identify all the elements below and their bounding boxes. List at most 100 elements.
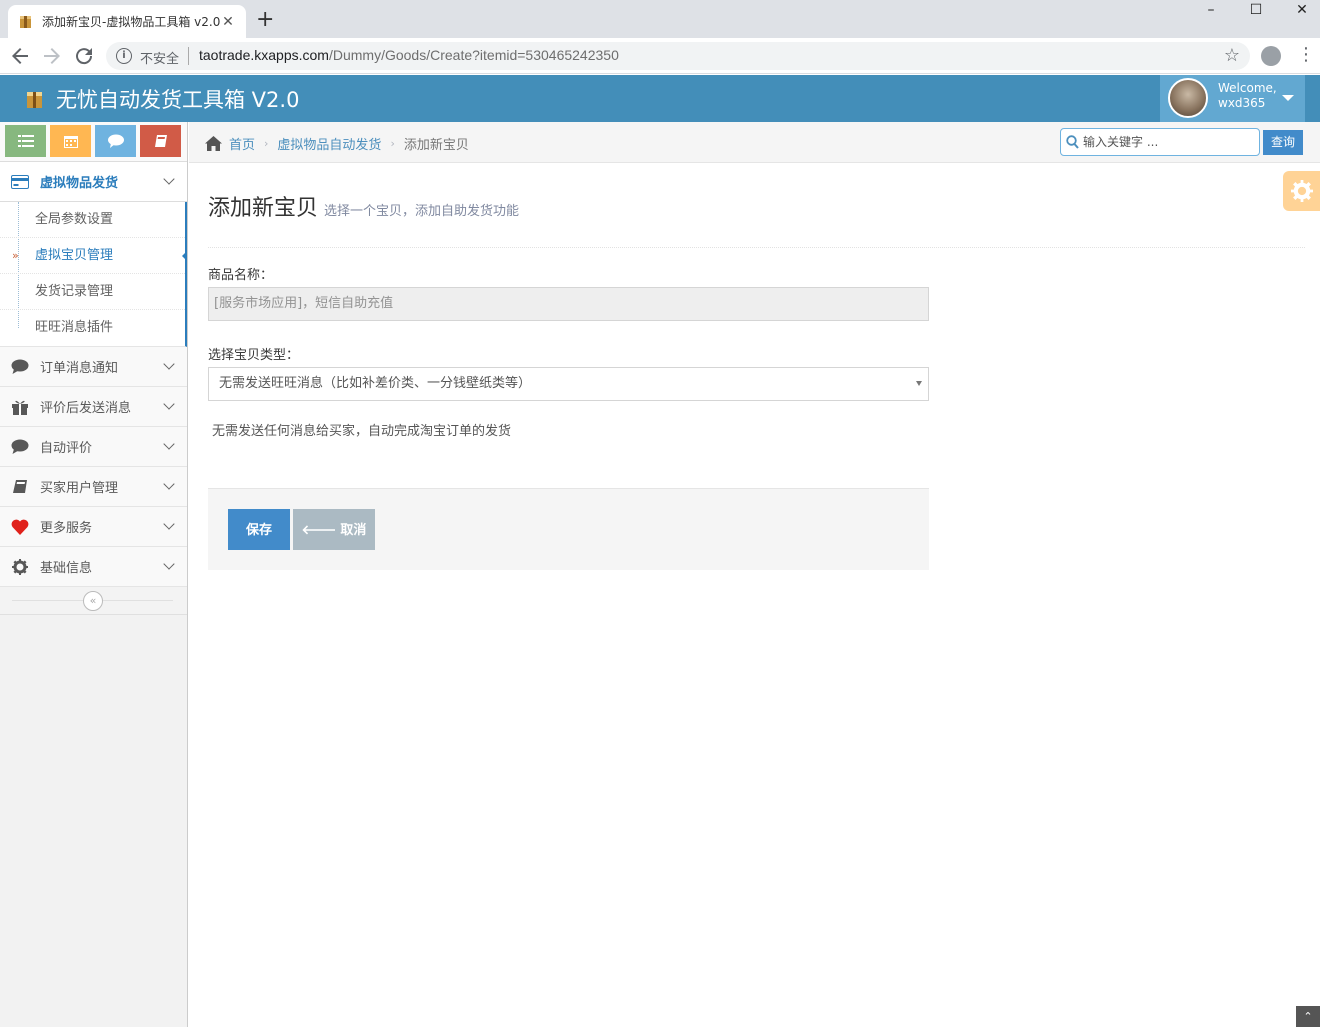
sidebar-item-auto-review[interactable]: 自动评价 [0, 427, 187, 467]
welcome-text: Welcome, wxd365 [1218, 81, 1277, 111]
form-actions: 保存 🡐 取消 [208, 488, 929, 570]
goods-type-help-text: 无需发送任何消息给买家，自动完成淘宝订单的发货 [212, 424, 512, 439]
browser-tabstrip: 添加新宝贝-虚拟物品工具箱 v2.0 ✕ + – ☐ ✕ [0, 0, 1320, 38]
shortcut-calendar-button[interactable] [50, 125, 91, 157]
sidebar-item-label: 买家用户管理 [40, 481, 119, 496]
sidebar-subitem-label: 全局参数设置 [35, 212, 114, 227]
sidebar-subitem-delivery-records[interactable]: 发货记录管理 [0, 274, 185, 310]
url-text[interactable]: taotrade.kxapps.com/Dummy/Goods/Create?i… [199, 47, 619, 63]
tab-title: 添加新宝贝-虚拟物品工具箱 v2.0 [42, 15, 220, 29]
browser-toolbar: i 不安全 taotrade.kxapps.com/Dummy/Goods/Cr… [0, 38, 1320, 74]
sidebar: 虚拟物品发货 全局参数设置 » 虚拟宝贝管理 发货记录管理 旺旺消息插件 订单消息… [0, 122, 188, 1027]
sidebar-subitem-wangwang-plugin[interactable]: 旺旺消息插件 [0, 310, 185, 346]
credit-card-icon [10, 173, 30, 191]
chevron-down-icon [163, 398, 175, 410]
chevron-down-icon [163, 478, 175, 490]
info-icon[interactable]: i [116, 48, 132, 64]
bookmark-star-icon[interactable]: ☆ [1224, 45, 1240, 66]
double-angle-right-icon: » [12, 249, 19, 262]
chevron-down-icon [163, 358, 175, 370]
window-minimize-button[interactable]: – [1196, 2, 1226, 22]
sidebar-item-label: 自动评价 [40, 441, 93, 456]
search-input[interactable] [1083, 133, 1253, 151]
breadcrumb-section-link[interactable]: 虚拟物品自动发货 [277, 134, 381, 153]
goods-type-select[interactable]: 无需发送旺旺消息（比如补差价类、一分钱壁纸类等） [208, 367, 929, 401]
browser-tab[interactable]: 添加新宝贝-虚拟物品工具箱 v2.0 ✕ [8, 5, 246, 38]
forward-arrow-icon[interactable] [40, 44, 64, 68]
sidebar-item-virtual-goods[interactable]: 虚拟物品发货 [0, 162, 187, 202]
search-button[interactable]: 查询 [1263, 130, 1303, 155]
calendar-icon [63, 136, 78, 148]
sidebar-subitem-label: 发货记录管理 [35, 284, 114, 299]
breadcrumb-separator: › [264, 137, 269, 150]
sidebar-subitem-global-settings[interactable]: 全局参数设置 [0, 202, 185, 238]
chevron-down-icon [163, 518, 175, 530]
sidebar-collapse-button[interactable]: « [83, 591, 103, 611]
back-arrow-icon[interactable] [8, 44, 32, 68]
page-title: 添加新宝贝 选择一个宝贝，添加自助发货功能 [208, 190, 1305, 222]
sidebar-item-label: 订单消息通知 [40, 361, 119, 376]
sidebar-item-order-notify[interactable]: 订单消息通知 [0, 347, 187, 387]
chevron-down-icon [163, 558, 175, 570]
search-box [1060, 128, 1260, 156]
profile-icon[interactable] [1261, 46, 1281, 66]
username: wxd365 [1218, 96, 1266, 110]
goods-type-selected: 无需发送旺旺消息（比如补差价类、一分钱壁纸类等） [219, 376, 532, 391]
book-icon [154, 135, 167, 147]
cancel-button[interactable]: 🡐 取消 [293, 509, 375, 550]
comment-icon [10, 358, 30, 376]
sidebar-item-label: 虚拟物品发货 [40, 176, 119, 191]
chevron-down-icon [163, 438, 175, 450]
scroll-to-top-button[interactable]: ⌃ [1296, 1006, 1320, 1027]
goods-name-field: [服务市场应用]，短信自助充值 [208, 287, 929, 321]
sidebar-item-more-services[interactable]: 更多服务 [0, 507, 187, 547]
caret-down-icon [1282, 95, 1294, 101]
comment-icon [107, 134, 124, 148]
breadcrumb-separator: › [390, 137, 395, 150]
insecure-label: 不安全 [140, 52, 180, 67]
app-navbar: 无忧自动发货工具箱 V2.0 Welcome, wxd365 [0, 75, 1320, 122]
sidebar-item-label: 评价后发送消息 [40, 401, 132, 416]
breadcrumb-bar: 首页 › 虚拟物品自动发货 › 添加新宝贝 查询 [189, 122, 1320, 163]
cancel-label: 取消 [340, 522, 367, 537]
avatar [1168, 78, 1208, 118]
sidebar-item-label: 更多服务 [40, 521, 93, 536]
new-tab-button[interactable]: + [256, 8, 274, 32]
list-icon [17, 135, 34, 147]
window-close-button[interactable]: ✕ [1287, 2, 1317, 22]
shortcut-book-button[interactable] [140, 125, 181, 157]
book-icon [10, 478, 30, 496]
caret-down-icon [916, 381, 922, 386]
reload-icon[interactable] [72, 44, 96, 68]
sidebar-item-basic-info[interactable]: 基础信息 [0, 547, 187, 587]
goods-name-label: 商品名称： [208, 268, 274, 283]
window-maximize-button[interactable]: ☐ [1241, 2, 1271, 22]
box-favicon-icon [20, 15, 31, 28]
comment-icon [10, 438, 30, 456]
sidebar-item-buyer-management[interactable]: 买家用户管理 [0, 467, 187, 507]
sidebar-subitem-virtual-items[interactable]: » 虚拟宝贝管理 [0, 238, 187, 274]
sidebar-subitem-label: 旺旺消息插件 [35, 320, 114, 335]
tab-close-icon[interactable]: ✕ [220, 14, 236, 30]
shortcut-list-button[interactable] [5, 125, 46, 157]
heart-icon [10, 518, 30, 536]
page-subtitle: 选择一个宝贝，添加自助发货功能 [324, 204, 520, 219]
welcome-label: Welcome, [1218, 81, 1277, 95]
browser-menu-icon[interactable]: ⋮ [1297, 44, 1315, 65]
breadcrumb-home-link[interactable]: 首页 [229, 134, 255, 153]
shortcut-comment-button[interactable] [95, 125, 136, 157]
gift-icon [10, 398, 30, 416]
gear-icon [10, 558, 30, 576]
chevron-down-icon [163, 173, 175, 185]
save-button[interactable]: 保存 [228, 509, 290, 550]
sidebar-subitem-label: 虚拟宝贝管理 [35, 248, 114, 263]
sidebar-item-review-message[interactable]: 评价后发送消息 [0, 387, 187, 427]
sidebar-collapse-bar: « [0, 587, 187, 615]
url-path: /Dummy/Goods/Create?itemid=530465242350 [328, 47, 619, 63]
brand[interactable]: 无忧自动发货工具箱 V2.0 [24, 84, 299, 114]
address-bar[interactable]: i 不安全 taotrade.kxapps.com/Dummy/Goods/Cr… [106, 42, 1250, 70]
url-host: taotrade.kxapps.com [199, 47, 329, 63]
url-separator [188, 47, 189, 65]
page-header: 添加新宝贝 选择一个宝贝，添加自助发货功能 [208, 190, 1305, 248]
user-menu[interactable]: Welcome, wxd365 [1160, 75, 1305, 122]
